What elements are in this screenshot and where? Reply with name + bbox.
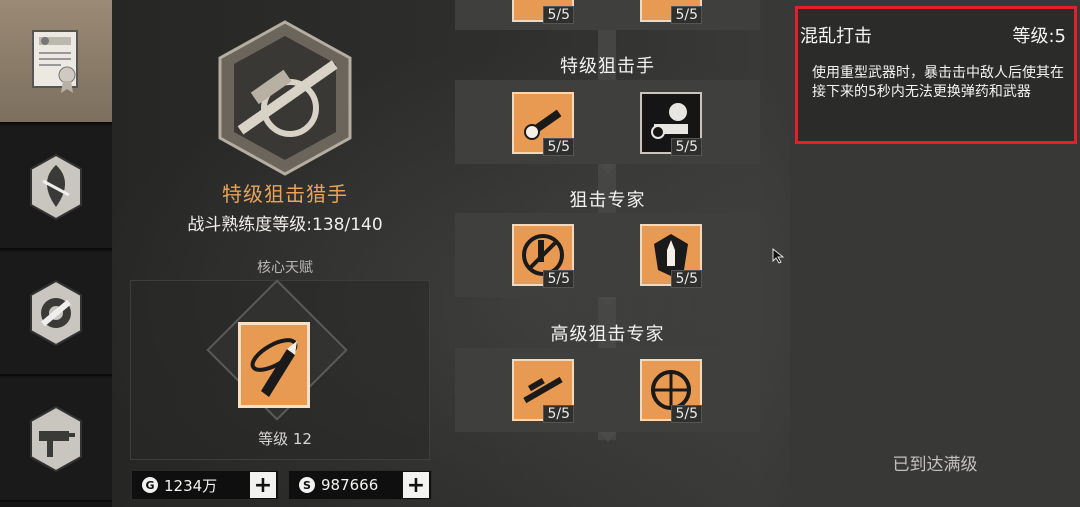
talent-node[interactable]: 5/5 bbox=[512, 224, 574, 288]
gold-amount: 1234万 bbox=[164, 476, 218, 495]
talent-node[interactable]: 5/5 bbox=[512, 92, 574, 156]
core-talent-node[interactable] bbox=[238, 322, 310, 408]
tier-title: 狙击专家 bbox=[569, 190, 646, 211]
talent-rank: 5/5 bbox=[671, 6, 702, 24]
talent-node[interactable]: 5/5 bbox=[640, 92, 702, 156]
mastery-level: 战斗熟练度等级:138/140 bbox=[187, 215, 383, 235]
talent-node[interactable]: 5/5 bbox=[640, 359, 702, 423]
mouse-cursor-icon bbox=[772, 248, 785, 264]
talent-rank: 5/5 bbox=[543, 6, 574, 24]
silver-coin-icon: S bbox=[299, 477, 315, 493]
tab-submachine-gun[interactable] bbox=[0, 378, 112, 502]
certificate-icon bbox=[32, 30, 78, 93]
talent-rank: 5/5 bbox=[671, 270, 702, 288]
leaf-badge-icon bbox=[30, 153, 82, 221]
tier-bar-top bbox=[455, 0, 760, 30]
silver-currency: S 987666 + bbox=[288, 470, 432, 500]
gold-currency: G 1234万 + bbox=[131, 470, 279, 500]
talent-rank: 5/5 bbox=[671, 405, 702, 423]
submachine-gun-icon bbox=[30, 405, 82, 473]
skill-name: 混乱打击 bbox=[800, 26, 872, 47]
talent-node-top-1[interactable]: 5/5 bbox=[512, 0, 574, 24]
core-talent-label: 核心天赋 bbox=[257, 260, 313, 276]
tier-bar bbox=[455, 348, 760, 432]
talent-rank: 5/5 bbox=[543, 405, 574, 423]
add-silver-button[interactable]: + bbox=[403, 472, 429, 498]
tier-arrow bbox=[599, 297, 617, 307]
talent-node[interactable]: 5/5 bbox=[512, 359, 574, 423]
sniper-class-emblem bbox=[218, 20, 352, 176]
talent-node-top-2[interactable]: 5/5 bbox=[640, 0, 702, 24]
talent-rank: 5/5 bbox=[671, 138, 702, 156]
core-talent-level: 等级 12 bbox=[258, 430, 312, 448]
talent-node[interactable]: 5/5 bbox=[640, 224, 702, 288]
skill-level: 等级:5 bbox=[1012, 26, 1066, 47]
tier-title: 特级狙击手 bbox=[560, 56, 655, 77]
tab-gear-wrench[interactable] bbox=[0, 252, 112, 376]
add-gold-button[interactable]: + bbox=[250, 472, 276, 498]
maxed-status: 已到达满级 bbox=[892, 455, 978, 475]
class-name: 特级狙击猎手 bbox=[222, 182, 348, 206]
talent-rank: 5/5 bbox=[543, 270, 574, 288]
category-sidebar bbox=[0, 0, 112, 507]
tab-certificate[interactable] bbox=[0, 0, 112, 124]
gold-coin-icon: G bbox=[142, 477, 158, 493]
talent-rank: 5/5 bbox=[543, 138, 574, 156]
silver-amount: 987666 bbox=[321, 476, 379, 494]
tab-leaf-badge[interactable] bbox=[0, 126, 112, 250]
tier-title: 高级狙击专家 bbox=[550, 324, 665, 345]
gear-wrench-icon bbox=[30, 279, 82, 347]
tier-arrow bbox=[599, 164, 617, 174]
tier-bar bbox=[455, 80, 760, 164]
bullet-spin-icon bbox=[250, 338, 298, 397]
tier-arrow bbox=[599, 432, 617, 442]
skill-description: 使用重型武器时，暴击击中敌人后使其在接下来的5秒内无法更换弹药和武器 bbox=[812, 65, 1064, 100]
tier-bar bbox=[455, 213, 760, 297]
